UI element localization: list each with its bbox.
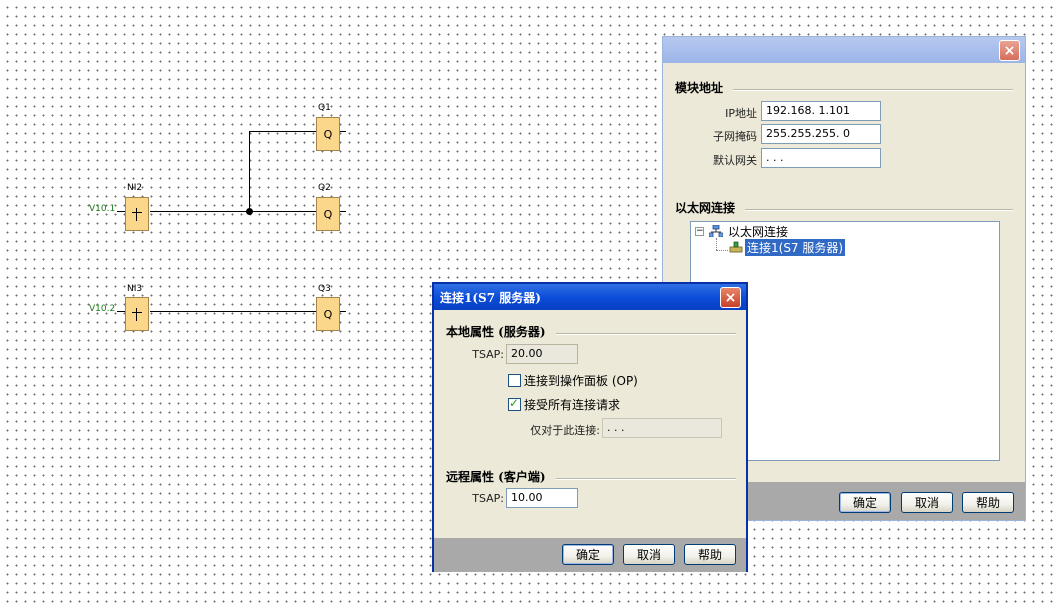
network-input-block-ni2[interactable] (125, 197, 149, 231)
group-divider (745, 209, 1013, 211)
connection-dialog-titlebar[interactable]: 连接1(S7 服务器) × (434, 284, 746, 310)
group-title-remote-properties: 远程属性 (客户端) (446, 470, 546, 484)
only-for-connection-field[interactable]: . . . (602, 418, 722, 438)
tree-guide (716, 250, 728, 251)
close-icon[interactable]: × (999, 40, 1020, 61)
wire (249, 131, 250, 212)
network-input-icon (131, 206, 143, 222)
local-tsap-label: TSAP: (472, 348, 504, 361)
tree-guide (716, 238, 717, 250)
wire (340, 131, 346, 132)
group-title-local-properties: 本地属性 (服务器) (446, 325, 546, 339)
connection-icon (729, 241, 743, 253)
group-divider (733, 89, 1013, 91)
close-icon[interactable]: × (720, 287, 741, 308)
group-title-module-address: 模块地址 (675, 81, 724, 95)
default-gateway-field[interactable]: . . . (761, 148, 881, 168)
block-label-ni2: NI2 (127, 183, 143, 193)
ok-button[interactable]: 确定 (839, 492, 891, 513)
network-input-icon (131, 306, 143, 322)
tree-item-ethernet-root[interactable]: 以太网连接 (728, 223, 788, 240)
var-label-ni2: V10.1 (89, 204, 116, 214)
dialog-title: 连接1(S7 服务器) (440, 290, 541, 305)
connection-properties-dialog: 连接1(S7 服务器) × 本地属性 (服务器) TSAP: 20.00 连接到… (432, 282, 748, 572)
cancel-button[interactable]: 取消 (623, 544, 675, 565)
accept-all-checkbox-label[interactable]: 接受所有连接请求 (524, 396, 620, 413)
collapse-icon[interactable]: − (695, 227, 704, 236)
tree-item-connection-1[interactable]: 连接1(S7 服务器) (745, 239, 846, 256)
output-block-q2[interactable]: Q (316, 197, 340, 231)
output-block-q1[interactable]: Q (316, 117, 340, 151)
group-title-ethernet: 以太网连接 (675, 201, 736, 215)
wire (117, 211, 125, 212)
wire (340, 311, 346, 312)
wire (150, 311, 316, 312)
module-window-titlebar[interactable]: × (663, 37, 1025, 63)
cancel-button[interactable]: 取消 (901, 492, 953, 513)
subnet-mask-field[interactable]: 255.255.255. 0 (761, 124, 881, 144)
remote-tsap-field[interactable]: 10.00 (506, 488, 578, 508)
output-block-q3[interactable]: Q (316, 297, 340, 331)
wire (150, 211, 316, 212)
block-label-q2: Q2 (318, 183, 331, 193)
remote-tsap-label: TSAP: (472, 492, 504, 505)
network-icon (709, 225, 723, 237)
var-label-ni3: V10.2 (89, 304, 116, 314)
accept-all-checkbox[interactable]: ✓ (508, 396, 521, 411)
block-label-q3: Q3 (318, 284, 331, 294)
wire (249, 131, 316, 132)
ip-address-label: IP地址 (725, 107, 757, 120)
network-input-block-ni3[interactable] (125, 297, 149, 331)
local-tsap-field[interactable]: 20.00 (506, 344, 578, 364)
checkmark-icon: ✓ (509, 396, 520, 410)
ip-address-field[interactable]: 192.168. 1.101 (761, 101, 881, 121)
wire (340, 211, 346, 212)
op-panel-checkbox-label[interactable]: 连接到操作面板 (OP) (524, 372, 638, 389)
block-label-q1: Q1 (318, 103, 331, 113)
only-for-connection-label: 仅对于此连接: (530, 424, 600, 437)
help-button[interactable]: 帮助 (962, 492, 1014, 513)
help-button[interactable]: 帮助 (684, 544, 736, 565)
group-divider (556, 478, 736, 480)
block-label-ni3: NI3 (127, 284, 143, 294)
ok-button[interactable]: 确定 (562, 544, 614, 565)
default-gateway-label: 默认网关 (713, 154, 757, 167)
op-panel-checkbox[interactable] (508, 374, 521, 387)
subnet-mask-label: 子网掩码 (713, 130, 757, 143)
wire (117, 311, 125, 312)
wire-junction (246, 208, 253, 215)
group-divider (556, 333, 736, 335)
